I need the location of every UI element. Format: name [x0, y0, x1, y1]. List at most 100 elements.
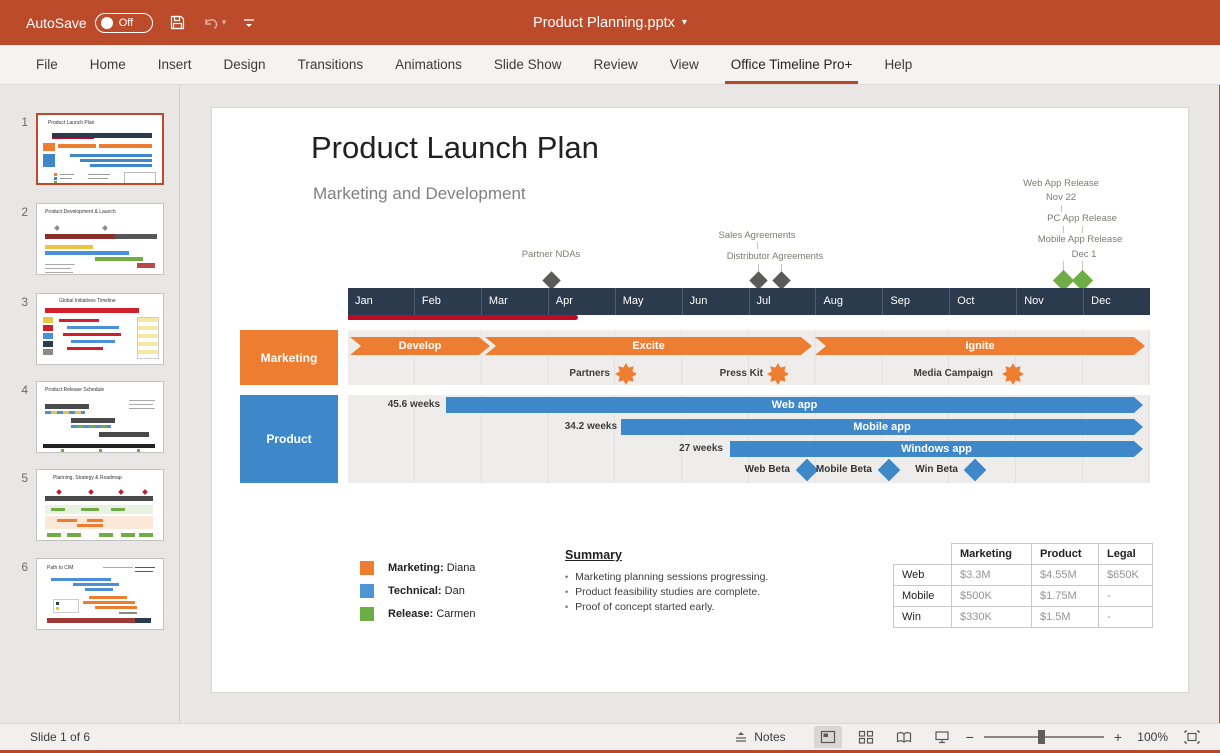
- fit-to-window-icon: [1184, 730, 1200, 744]
- fit-to-window-button[interactable]: [1178, 726, 1206, 748]
- month-cell: Feb: [414, 288, 481, 315]
- slide-subtitle[interactable]: Marketing and Development: [313, 184, 526, 204]
- zoom-level[interactable]: 100%: [1132, 730, 1168, 744]
- notes-button[interactable]: Notes: [734, 730, 785, 744]
- powerpoint-window: AutoSave Off ▾: [0, 0, 1220, 753]
- title-dropdown-icon: ▾: [682, 18, 687, 28]
- slide-thumbnail-2[interactable]: Product Development & Launch: [36, 203, 164, 275]
- slide-sorter-view-button[interactable]: [852, 726, 880, 748]
- zoom-in-button[interactable]: +: [1114, 730, 1122, 744]
- table-row: Mobile $500K $1.75M -: [894, 586, 1153, 607]
- tab-design[interactable]: Design: [208, 45, 282, 84]
- month-cell: Jan: [348, 288, 414, 315]
- milestone-mobile-beta-label: Mobile Beta: [792, 464, 872, 476]
- bullet-icon: •: [565, 600, 568, 615]
- milestone-web-beta-label: Web Beta: [710, 464, 790, 476]
- undo-caret-icon: ▾: [222, 18, 227, 27]
- tab-home[interactable]: Home: [74, 45, 142, 84]
- legend-swatch-green: [360, 607, 374, 621]
- legend-item-release: Release: Carmen: [360, 606, 475, 621]
- marker-partners-label: Partners: [530, 368, 610, 380]
- duration-windows-app: 27 weeks: [623, 443, 723, 454]
- table-header-row: Marketing Product Legal: [894, 544, 1153, 565]
- milestone-distributor-agreements: Distributor Agreements: [727, 251, 824, 262]
- tab-office-timeline-pro[interactable]: Office Timeline Pro+: [715, 45, 869, 84]
- phase-excite: Excite: [485, 337, 812, 355]
- zoom-slider[interactable]: [984, 736, 1104, 738]
- duration-mobile-app: 34.2 weeks: [517, 421, 617, 432]
- month-cell: Jun: [682, 288, 749, 315]
- summary-block: Summary •Marketing planning sessions pro…: [565, 548, 795, 615]
- legend-swatch-blue: [360, 584, 374, 598]
- autosave-label: AutoSave: [26, 15, 87, 31]
- connector-line: [1061, 205, 1062, 212]
- phase-ignite: Ignite: [815, 337, 1145, 355]
- slide-thumbnail-1[interactable]: Product Launch Plan: [36, 113, 164, 185]
- milestone-win-beta-label: Win Beta: [878, 464, 958, 476]
- tab-review[interactable]: Review: [577, 45, 653, 84]
- legend: Marketing: Diana Technical: Dan Release:…: [360, 560, 475, 629]
- reading-view-icon: [896, 731, 912, 744]
- slide-sorter-icon: [858, 730, 874, 744]
- slide-thumbnail-panel: 1 Product Launch Plan: [0, 85, 180, 723]
- tab-view[interactable]: View: [654, 45, 715, 84]
- zoom-slider-handle[interactable]: [1038, 730, 1045, 744]
- duration-web-app: 45.6 weeks: [340, 399, 440, 410]
- save-button[interactable]: [169, 14, 186, 31]
- table-row: Win $330K $1.5M -: [894, 607, 1153, 628]
- tab-slide-show[interactable]: Slide Show: [478, 45, 578, 84]
- month-cell: Mar: [481, 288, 548, 315]
- tab-help[interactable]: Help: [868, 45, 928, 84]
- month-cell: Dec: [1083, 288, 1150, 315]
- slide-canvas-area: Product Launch Plan Marketing and Develo…: [180, 85, 1220, 723]
- month-cell: Apr: [548, 288, 615, 315]
- zoom-out-button[interactable]: −: [966, 730, 974, 744]
- slide-thumbnail-6[interactable]: Path to CIM: [36, 558, 164, 630]
- month-cell: May: [615, 288, 682, 315]
- summary-heading: Summary: [565, 548, 795, 562]
- timeline-month-bar: Jan Feb Mar Apr May Jun Jul Aug Sep Oct …: [348, 288, 1150, 315]
- marker-media-campaign-label: Media Campaign: [883, 368, 993, 380]
- tab-animations[interactable]: Animations: [379, 45, 478, 84]
- milestone-pc-app-release: PC App Release: [1047, 213, 1117, 224]
- slide-number: 6: [10, 560, 28, 574]
- month-cell: Aug: [815, 288, 882, 315]
- phase-develop: Develop: [350, 337, 490, 355]
- legend-item-marketing: Marketing: Diana: [360, 560, 475, 575]
- tab-transitions[interactable]: Transitions: [282, 45, 380, 84]
- milestone-mobile-app-release-date: Dec 1: [1072, 249, 1097, 260]
- tab-file[interactable]: File: [20, 45, 74, 84]
- milestone-mobile-app-release: Mobile App Release: [1038, 234, 1123, 245]
- save-icon: [169, 14, 186, 31]
- undo-icon: [202, 15, 220, 31]
- milestone-sales-agreements: Sales Agreements: [718, 230, 795, 241]
- customize-quick-access-button[interactable]: [242, 16, 256, 30]
- bar-windows-app: Windows app: [730, 441, 1143, 457]
- undo-button[interactable]: ▾: [202, 15, 227, 31]
- bar-mobile-app: Mobile app: [621, 419, 1143, 435]
- tab-insert[interactable]: Insert: [142, 45, 208, 84]
- slide-title[interactable]: Product Launch Plan: [311, 130, 599, 166]
- reading-view-button[interactable]: [890, 726, 918, 748]
- slide-thumbnail-3[interactable]: Global Initiatives Timeline: [36, 293, 164, 365]
- summary-bullet: •Marketing planning sessions progressing…: [565, 570, 795, 585]
- elapsed-time-bar: [348, 315, 578, 320]
- bullet-icon: •: [565, 585, 568, 600]
- month-cell: Sep: [882, 288, 949, 315]
- slide-thumbnail-4[interactable]: Product Release Schedule: [36, 381, 164, 453]
- slide-thumbnail-5[interactable]: Planning, Strategy & Roadmap: [36, 469, 164, 541]
- milestone-diamond-sales: [749, 271, 767, 289]
- month-cell: Nov: [1016, 288, 1083, 315]
- autosave-control[interactable]: AutoSave Off: [26, 13, 153, 33]
- legend-swatch-orange: [360, 561, 374, 575]
- normal-view-button[interactable]: [814, 726, 842, 748]
- slide-number: 4: [10, 383, 28, 397]
- slide-1[interactable]: Product Launch Plan Marketing and Develo…: [212, 108, 1188, 692]
- toggle-knob-icon: [101, 17, 113, 29]
- slide-number: 1: [10, 115, 28, 129]
- milestone-web-app-release-date: Nov 22: [1046, 192, 1076, 203]
- slide-show-icon: [934, 730, 950, 744]
- milestone-diamond-distributor: [772, 271, 790, 289]
- slide-show-button[interactable]: [928, 726, 956, 748]
- autosave-toggle[interactable]: Off: [95, 13, 153, 33]
